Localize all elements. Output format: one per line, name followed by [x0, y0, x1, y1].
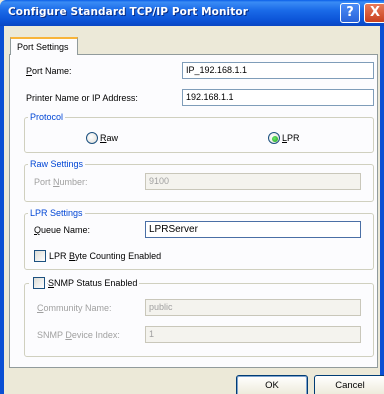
snmp-group: [24, 283, 374, 357]
protocol-group: [24, 117, 374, 153]
title-bar[interactable]: Configure Standard TCP/IP Port Monitor ?…: [0, 0, 384, 26]
snmp-status-checkbox[interactable]: [33, 277, 45, 289]
byte-counting-checkbox[interactable]: [34, 250, 46, 262]
device-index-label: SNMP Device Index:: [37, 330, 120, 340]
window-frame-left: [0, 26, 4, 394]
question-mark-icon: ?: [346, 5, 354, 20]
queue-name-label: Queue Name:: [34, 225, 91, 235]
port-number-label: Port Number:: [34, 177, 88, 187]
byte-counting-label[interactable]: LPR Byte Counting Enabled: [49, 251, 161, 261]
dialog-window: Configure Standard TCP/IP Port Monitor ?…: [0, 0, 384, 394]
port-name-value: IP_192.168.1.1: [186, 65, 248, 75]
raw-settings-legend: Raw Settings: [28, 159, 86, 169]
port-number-value: 9100: [149, 176, 170, 186]
port-number-input[interactable]: 9100: [145, 173, 361, 190]
close-button[interactable]: X: [364, 3, 384, 23]
printer-address-value: 192.168.1.1: [186, 92, 234, 102]
queue-name-value: LPRServer: [149, 224, 198, 235]
raw-radio[interactable]: [86, 132, 98, 144]
printer-address-input[interactable]: 192.168.1.1: [182, 89, 374, 106]
device-index-input[interactable]: 1: [145, 326, 361, 343]
snmp-status-label[interactable]: SNMP Status Enabled: [48, 278, 140, 288]
ok-button[interactable]: OK: [236, 375, 308, 394]
window-title: Configure Standard TCP/IP Port Monitor: [8, 6, 248, 18]
device-index-value: 1: [149, 329, 155, 339]
close-icon: X: [369, 5, 381, 20]
queue-name-input[interactable]: LPRServer: [145, 221, 361, 238]
community-name-label: Community Name:: [37, 303, 112, 313]
radio-selected-dot-icon: [272, 136, 278, 142]
raw-radio-label[interactable]: Raw: [100, 133, 118, 143]
port-name-label: Port Name:: [26, 66, 72, 76]
community-name-value: public: [149, 302, 173, 312]
community-name-input[interactable]: public: [145, 299, 361, 316]
cancel-button[interactable]: Cancel: [314, 375, 384, 394]
lpr-settings-legend: LPR Settings: [28, 208, 85, 218]
port-name-input[interactable]: IP_192.168.1.1: [182, 62, 374, 79]
window-frame-right: [380, 26, 384, 394]
help-button[interactable]: ?: [340, 3, 360, 23]
tab-port-settings[interactable]: Port Settings: [10, 37, 78, 55]
protocol-legend: Protocol: [28, 112, 66, 122]
tab-label: Port Settings: [17, 42, 69, 52]
lpr-radio[interactable]: [268, 132, 280, 144]
lpr-radio-label[interactable]: LPR: [282, 133, 300, 143]
printer-address-label: Printer Name or IP Address:: [26, 93, 138, 103]
